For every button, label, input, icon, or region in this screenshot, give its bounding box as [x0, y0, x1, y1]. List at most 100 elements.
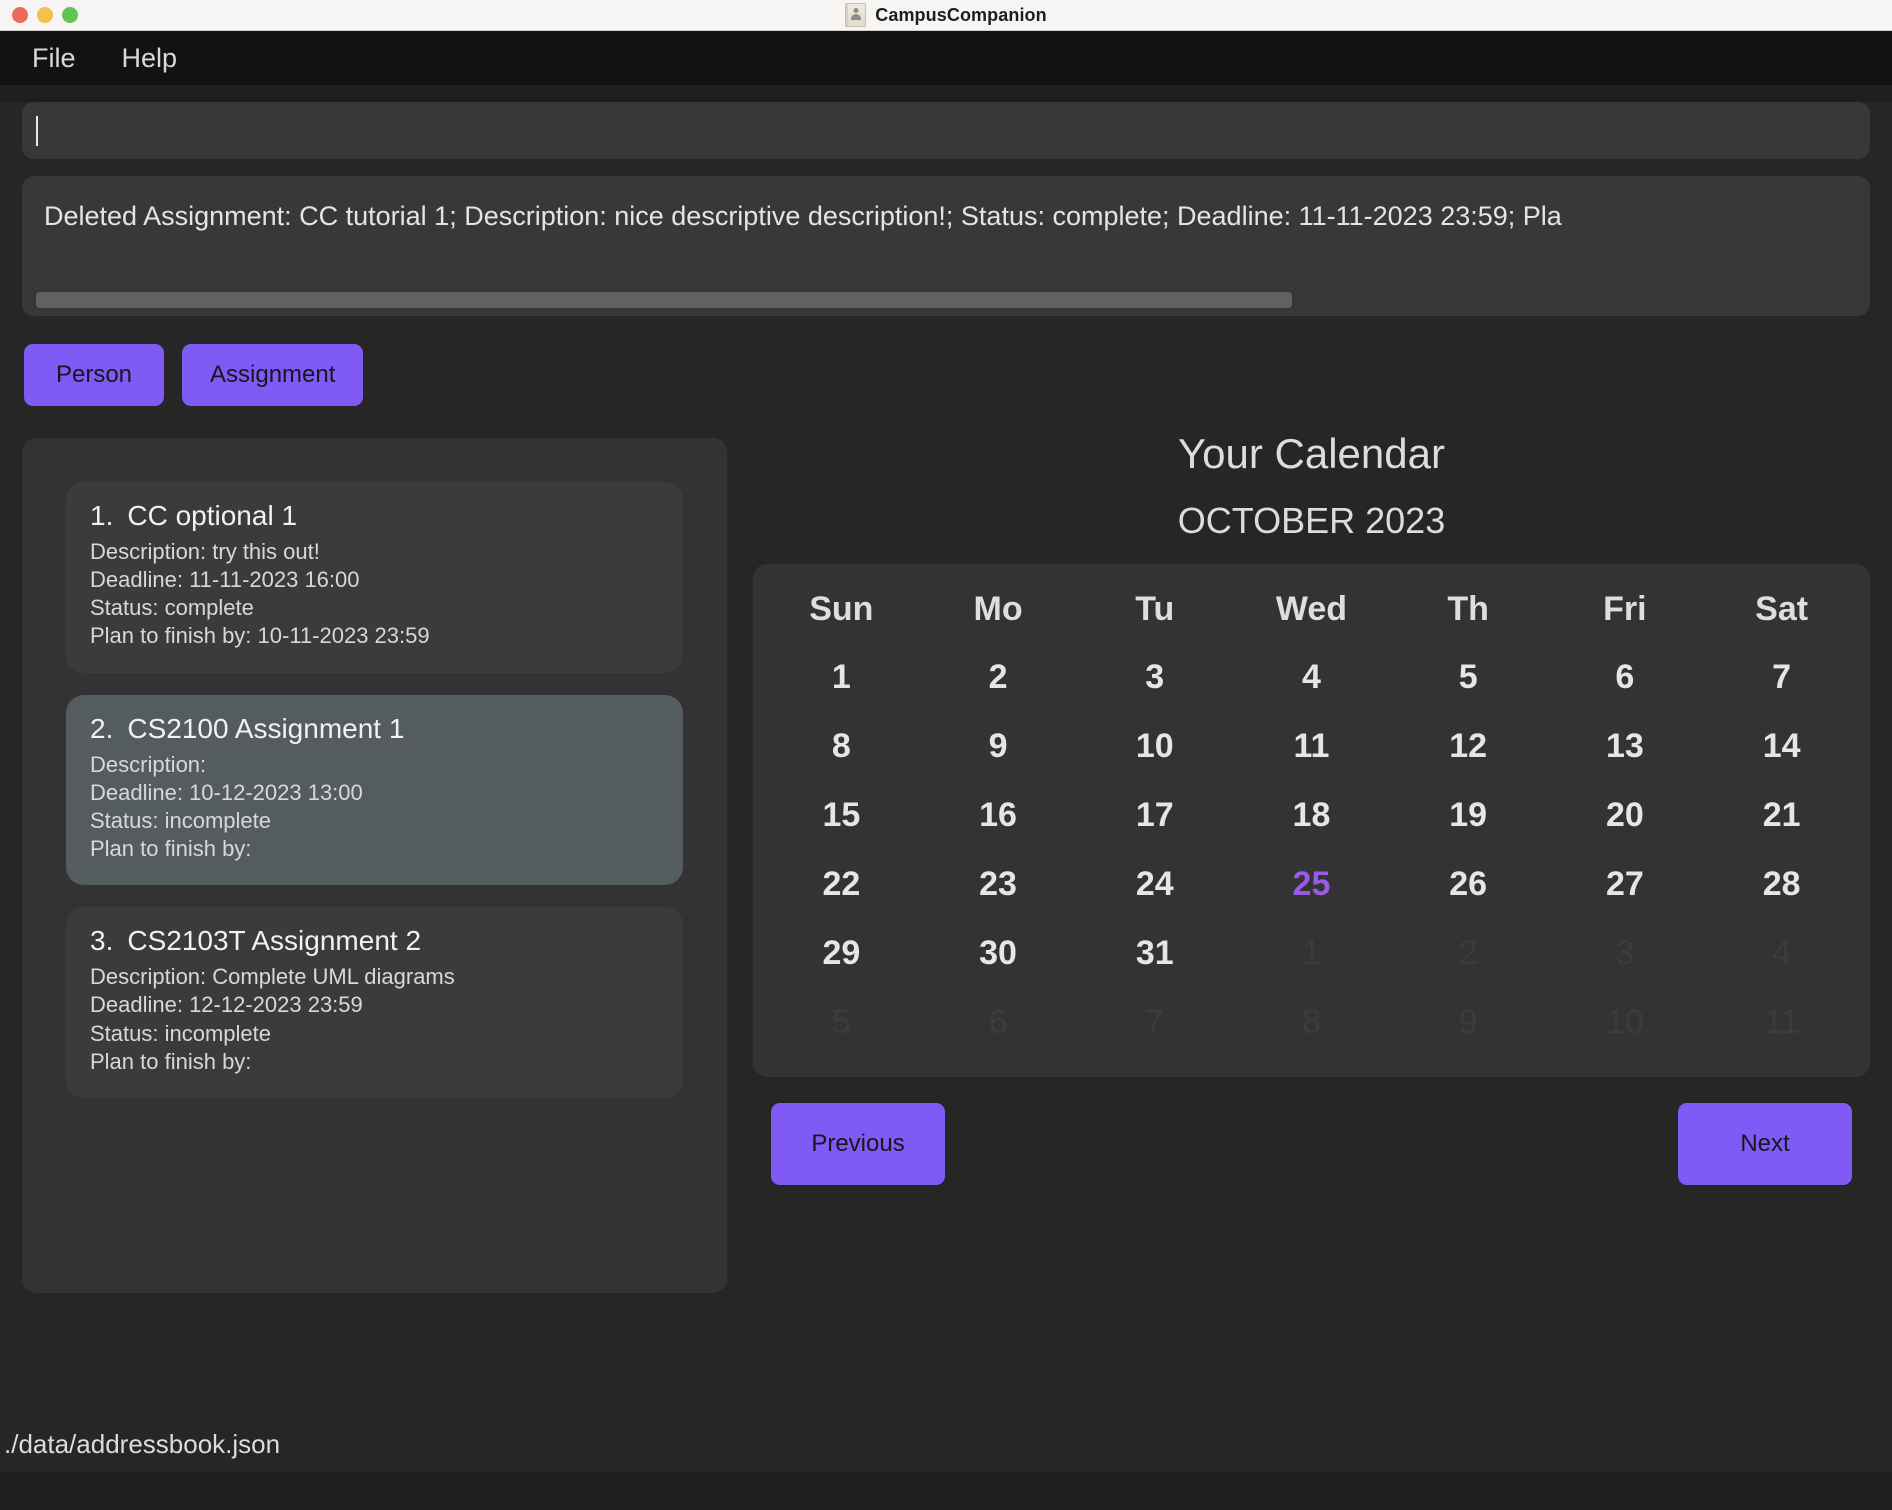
list-item[interactable]: 3. CS2103T Assignment 2 Description: Comp… [66, 907, 683, 1098]
traffic-lights [12, 7, 78, 23]
minimize-window-button[interactable] [37, 7, 53, 23]
text-caret [36, 115, 38, 146]
assignment-title: 2. CS2100 Assignment 1 [90, 713, 659, 745]
window-title-group: CampusCompanion [0, 0, 1892, 30]
calendar-day-cell[interactable]: 4 [1233, 643, 1390, 712]
calendar-day-cell-outside[interactable]: 11 [1703, 988, 1860, 1057]
assignment-status: Status: complete [90, 595, 254, 621]
calendar-day-cell-outside[interactable]: 5 [763, 988, 920, 1057]
calendar-day-cell-outside[interactable]: 3 [1547, 919, 1704, 988]
calendar-day-cell-today[interactable]: 25 [1233, 850, 1390, 919]
calendar-day-cell-outside[interactable]: 9 [1390, 988, 1547, 1057]
calendar-day-cell[interactable]: 11 [1233, 712, 1390, 781]
result-display-text: Deleted Assignment: CC tutorial 1; Descr… [44, 201, 1562, 231]
calendar-day-cell[interactable]: 24 [1076, 850, 1233, 919]
weekday-header-mon: Mo [973, 590, 1023, 628]
list-item[interactable]: 2. CS2100 Assignment 1 Description: Deadl… [66, 694, 683, 886]
calendar-day-cell[interactable]: 19 [1390, 781, 1547, 850]
result-display-box: Deleted Assignment: CC tutorial 1; Descr… [22, 176, 1870, 316]
weekday-header-sun: Sun [809, 590, 874, 628]
menu-help[interactable]: Help [114, 41, 186, 76]
calendar-day-cell-outside[interactable]: 2 [1390, 919, 1547, 988]
close-window-button[interactable] [12, 7, 28, 23]
calendar-day-cell[interactable]: 28 [1703, 850, 1860, 919]
calendar-week-row: 29 30 31 1 2 3 4 [763, 919, 1860, 988]
list-item[interactable]: 1. CC optional 1 Description: try this ou… [66, 482, 683, 673]
command-input[interactable] [22, 102, 1870, 159]
save-location-path: ./data/addressbook.json [4, 1428, 281, 1459]
assignment-status: Status: incomplete [90, 1020, 271, 1046]
calendar-day-cell[interactable]: 22 [763, 850, 920, 919]
person-button[interactable]: Person [24, 344, 164, 406]
calendar-day-cell[interactable]: 14 [1703, 712, 1860, 781]
calendar-day-cell-outside[interactable]: 7 [1076, 988, 1233, 1057]
calendar-day-cell[interactable]: 5 [1390, 643, 1547, 712]
assignment-deadline: Deadline: 11-11-2023 16:00 [90, 567, 360, 593]
calendar-day-cell[interactable]: 7 [1703, 643, 1860, 712]
calendar-day-cell-outside[interactable]: 10 [1547, 988, 1704, 1057]
calendar-day-cell[interactable]: 6 [1547, 643, 1704, 712]
contact-card-icon [845, 3, 867, 27]
weekday-header-fri: Fri [1603, 590, 1647, 628]
weekday-header-wed: Wed [1275, 590, 1348, 628]
calendar-panel: Your Calendar OCTOBER 2023 Sun Mo Tu Wed… [753, 430, 1870, 1185]
assignment-deadline: Deadline: 10-12-2023 13:00 [90, 779, 363, 805]
calendar-day-cell[interactable]: 21 [1703, 781, 1860, 850]
assignment-title: 1. CC optional 1 [90, 500, 659, 532]
calendar-week-row: 1 2 3 4 5 6 7 [763, 643, 1860, 712]
menu-file[interactable]: File [24, 41, 84, 76]
calendar-day-cell[interactable]: 26 [1390, 850, 1547, 919]
assignment-button[interactable]: Assignment [182, 344, 364, 406]
calendar-day-cell-outside[interactable]: 4 [1703, 919, 1860, 988]
calendar-navigation: Previous Next [753, 1103, 1870, 1185]
calendar-grid-container: Sun Mo Tu Wed Th Fri Sat 1 2 3 4 5 6 7 8… [753, 564, 1870, 1077]
assignment-plan: Plan to finish by: 10-11-2023 23:59 [90, 623, 430, 649]
assignment-description: Description: Complete UML diagrams [90, 964, 455, 990]
scrollbar-thumb[interactable] [36, 292, 1292, 308]
calendar-day-cell-outside[interactable]: 8 [1233, 988, 1390, 1057]
filter-button-row: Person Assignment [22, 344, 1870, 406]
statusbar: ./data/addressbook.json [0, 1416, 1892, 1472]
calendar-day-cell-outside[interactable]: 1 [1233, 919, 1390, 988]
calendar-month-label: OCTOBER 2023 [1177, 500, 1446, 541]
calendar-day-cell[interactable]: 30 [920, 919, 1077, 988]
previous-month-button[interactable]: Previous [771, 1103, 945, 1185]
weekday-header-tue: Tu [1135, 590, 1175, 628]
calendar-day-cell[interactable]: 12 [1390, 712, 1547, 781]
calendar-day-cell[interactable]: 18 [1233, 781, 1390, 850]
calendar-heading: Your Calendar [1178, 430, 1445, 477]
assignment-plan: Plan to finish by: [90, 1048, 252, 1074]
calendar-day-cell[interactable]: 13 [1547, 712, 1704, 781]
assignment-status: Status: incomplete [90, 807, 271, 833]
assignment-name: CC optional 1 [127, 500, 298, 531]
result-horizontal-scrollbar[interactable] [36, 292, 1856, 308]
calendar-day-cell[interactable]: 17 [1076, 781, 1233, 850]
calendar-day-cell[interactable]: 2 [920, 643, 1077, 712]
assignment-index: 2. [90, 712, 114, 744]
assignment-index: 1. [90, 500, 114, 531]
calendar-day-cell-outside[interactable]: 6 [920, 988, 1077, 1057]
assignment-name: CS2103T Assignment 2 [127, 925, 422, 957]
calendar-day-cell[interactable]: 1 [763, 643, 920, 712]
maximize-window-button[interactable] [62, 7, 78, 23]
calendar-day-cell[interactable]: 29 [763, 919, 920, 988]
calendar-week-row: 22 23 24 25 26 27 28 [763, 850, 1860, 919]
calendar-day-cell[interactable]: 15 [763, 781, 920, 850]
calendar-day-cell[interactable]: 10 [1076, 712, 1233, 781]
assignment-index: 3. [90, 925, 114, 957]
next-month-button[interactable]: Next [1678, 1103, 1852, 1185]
calendar-day-cell[interactable]: 16 [920, 781, 1077, 850]
assignment-description: Description: try this out! [90, 539, 320, 564]
calendar-day-cell[interactable]: 27 [1547, 850, 1704, 919]
calendar-day-cell[interactable]: 9 [920, 712, 1077, 781]
menubar: File Help [0, 31, 1892, 85]
assignment-title: 3. CS2103T Assignment 2 [90, 925, 659, 957]
assignment-plan: Plan to finish by: [90, 836, 252, 862]
calendar-day-cell[interactable]: 3 [1076, 643, 1233, 712]
calendar-day-cell[interactable]: 20 [1547, 781, 1704, 850]
app-body: Deleted Assignment: CC tutorial 1; Descr… [0, 102, 1892, 1472]
calendar-day-cell[interactable]: 31 [1076, 919, 1233, 988]
calendar-day-cell[interactable]: 8 [763, 712, 920, 781]
assignment-list-panel[interactable]: 1. CC optional 1 Description: try this ou… [22, 438, 727, 1293]
calendar-day-cell[interactable]: 23 [920, 850, 1077, 919]
